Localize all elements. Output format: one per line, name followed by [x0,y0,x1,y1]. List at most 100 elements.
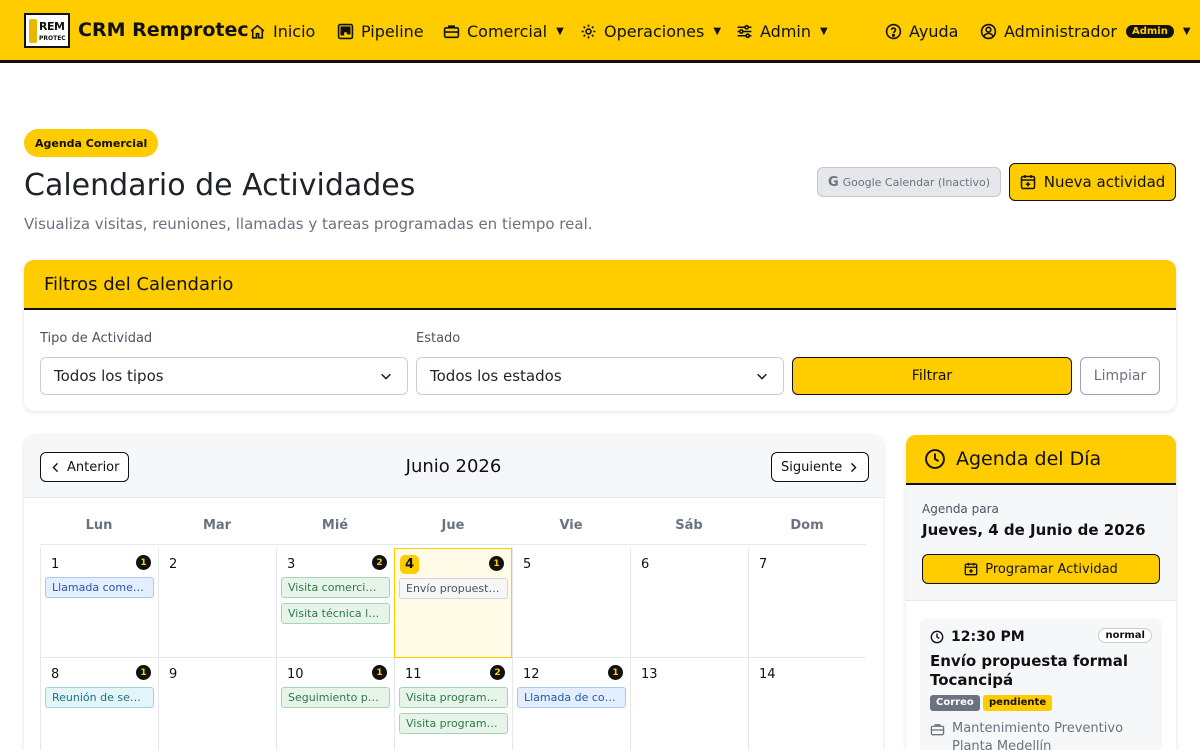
clear-button[interactable]: Limpiar [1080,357,1160,395]
user-name: Administrador [1004,21,1117,41]
activity-type-select[interactable]: Todos los tipos [40,357,408,395]
filter-button[interactable]: Filtrar [792,357,1072,395]
day-number: 7 [759,557,768,572]
nav-item-operaciones[interactable]: Operaciones ▼ [580,20,721,42]
calendar-event[interactable]: Seguimiento por correo [281,687,390,708]
calendar-day[interactable]: 11 2 Visita programada Visita programada [394,658,512,750]
calendar-day[interactable]: 10 1 Seguimiento por correo [276,658,394,750]
agenda-date: Jueves, 4 de Junio de 2026 [922,521,1146,539]
chevron-down-icon: ▼ [820,25,828,37]
clock-icon [930,630,944,644]
top-navbar: REM PROTEC CRM Remprotec Inicio Pipeline… [0,0,1200,63]
nav-item-comercial[interactable]: Comercial ▼ [443,20,564,42]
agenda-panel: Agenda del Día Agenda para Jueves, 4 de … [906,435,1176,750]
day-number: 1 [51,557,60,572]
new-activity-label: Nueva actividad [1043,173,1166,191]
event-count-badge: 1 [489,556,504,571]
agenda-header: Agenda del Día [906,435,1176,485]
agenda-item[interactable]: 12:30 PM normal Envío propuesta formal T… [920,618,1162,750]
day-number: 13 [641,667,658,682]
calendar-plus-icon [964,562,978,576]
priority-badge: normal [1098,628,1152,643]
logo-bar [29,19,37,43]
status-label: Estado [416,331,461,346]
day-number: 3 [287,557,296,572]
day-number: 4 [400,555,420,574]
day-number: 12 [523,667,540,682]
calendar-day[interactable]: 5 [512,548,630,658]
gear-icon [581,24,596,38]
calendar-plus-icon [1020,175,1035,190]
google-icon: G [827,174,839,190]
nav-label: Inicio [273,21,316,41]
program-activity-button[interactable]: Programar Actividad [922,554,1160,584]
page-subtitle: Visualiza visitas, reuniones, llamadas y… [24,215,593,233]
nav-item-ayuda[interactable]: Ayuda [885,20,958,42]
sliders-icon [737,24,752,38]
agenda-for-label: Agenda para [922,502,999,516]
weekday-header: Sáb [675,518,703,533]
nav-label: Ayuda [909,21,959,41]
day-number: 10 [287,667,304,682]
calendar-card: Anterior Junio 2026 Siguiente Lun Mar Mié J… [24,435,883,750]
event-count-badge: 1 [136,665,151,680]
agenda-title: Agenda del Día [956,448,1102,470]
calendar-day[interactable]: 14 [748,658,866,750]
briefcase-icon [930,724,945,736]
calendar-event[interactable]: Llamada de cobro [517,687,626,708]
help-icon [885,23,902,39]
month-title: Junio 2026 [405,456,502,477]
brand-name[interactable]: CRM Remprotec [78,19,249,41]
activity-type-value: Todos los tipos [54,367,164,385]
weekday-divider [40,544,866,545]
agenda-item-client: Mantenimiento Preventivo Planta Medellín [930,720,1155,750]
nav-label: Admin [760,21,811,41]
nav-item-inicio[interactable]: Inicio [249,20,315,42]
event-count-badge: 1 [136,555,151,570]
calendar-day[interactable]: 12 1 Llamada de cobro [512,658,630,750]
user-menu[interactable]: Administrador Admin ▼ [980,20,1191,42]
chevron-down-icon: ▼ [556,25,564,37]
calendar-event[interactable]: Visita programada [399,713,508,734]
calendar-day[interactable]: 7 [748,548,866,658]
chevron-down-icon [757,373,767,380]
calendar-event[interactable]: Visita programada [399,687,508,708]
weekday-header: Dom [790,518,824,533]
briefcase-icon [443,24,460,38]
logo-text-bottom: PROTEC [39,35,66,42]
next-month-button[interactable]: Siguiente [771,452,870,482]
calendar-event[interactable]: Envío propuesta formal [399,578,508,599]
calendar-event[interactable]: Llamada comercial [45,577,154,598]
remprotec-logo[interactable]: REM PROTEC [24,13,70,48]
day-number: 9 [169,667,178,682]
nav-item-pipeline[interactable]: Pipeline [337,20,424,42]
clock-icon [925,449,945,469]
calendar-day[interactable]: 9 [158,658,276,750]
calendar-day[interactable]: 2 [158,548,276,658]
nav-label: Operaciones [604,21,705,41]
role-badge: Admin [1125,24,1174,38]
calendar-event[interactable]: Visita comercial programada [281,577,390,598]
user-circle-icon [980,23,997,39]
google-calendar-button[interactable]: G Google Calendar (Inactivo) [817,167,1001,197]
event-count-badge: 1 [372,665,387,680]
calendar-day[interactable]: 1 1 Llamada comercial [40,548,158,658]
weekday-header: Mié [321,518,349,533]
calendar-event[interactable]: Visita técnica levantamiento [281,603,390,624]
calendar-day[interactable]: 8 1 Reunión de seguimiento [40,658,158,750]
calendar-day[interactable]: 6 [630,548,748,658]
calendar-day[interactable]: 13 [630,658,748,750]
new-activity-button[interactable]: Nueva actividad [1009,163,1176,201]
calendar-day-today[interactable]: 4 1 Envío propuesta formal [394,548,512,658]
day-number: 11 [405,667,422,682]
nav-item-admin[interactable]: Admin ▼ [736,20,828,42]
weekday-header: Lun [85,518,113,533]
status-select[interactable]: Todos los estados [416,357,784,395]
type-tag: Correo [930,695,980,711]
calendar-day[interactable]: 3 2 Visita comercial programada Visita técn… [276,548,394,658]
time-text: 12:30 PM [951,629,1025,645]
next-label: Siguiente [781,459,843,475]
weekday-header: Mar [202,518,232,533]
calendar-event[interactable]: Reunión de seguimiento [45,687,154,708]
event-count-badge: 2 [490,665,505,680]
